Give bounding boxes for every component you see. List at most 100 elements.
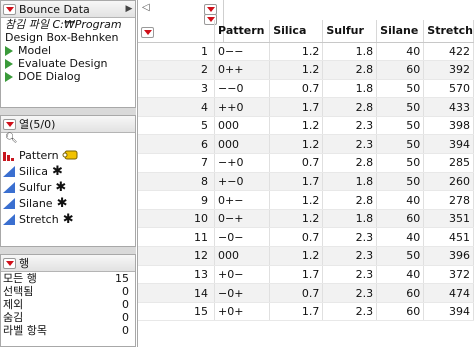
cell-silica[interactable]: 1.2	[269, 60, 324, 80]
row-number[interactable]: 13	[138, 265, 216, 285]
cell-silane[interactable]: 50	[376, 116, 425, 136]
cell-silica[interactable]: 1.7	[269, 172, 324, 192]
cell-stretch[interactable]: 394	[423, 302, 474, 322]
cell-silane[interactable]: 40	[376, 42, 425, 62]
row-number[interactable]: 1	[138, 42, 216, 62]
cell-stretch[interactable]: 570	[423, 79, 474, 99]
cell-sulfur[interactable]: 2.8	[322, 153, 378, 173]
cell-pattern[interactable]: +0−	[214, 265, 271, 285]
cell-sulfur[interactable]: 1.8	[322, 42, 378, 62]
cell-sulfur[interactable]: 2.8	[322, 60, 378, 80]
column-item-silica[interactable]: Silica ✱	[1, 163, 135, 179]
cell-silica[interactable]: 0.7	[269, 79, 324, 99]
table-row[interactable]: 5 000 1.2 2.3 50 398	[138, 116, 474, 136]
cell-sulfur[interactable]: 2.3	[322, 265, 378, 285]
cell-silica[interactable]: 1.2	[269, 134, 324, 155]
cell-silane[interactable]: 50	[376, 153, 425, 173]
script-evaluate-design[interactable]: Evaluate Design	[1, 57, 135, 70]
cell-stretch[interactable]: 372	[423, 265, 474, 285]
row-number[interactable]: 9	[138, 190, 216, 210]
cell-silica[interactable]: 1.2	[269, 246, 324, 266]
red-triangle-menu-icon[interactable]	[3, 257, 16, 269]
cell-stretch[interactable]: 260	[423, 172, 474, 192]
row-number[interactable]: 10	[138, 209, 216, 229]
chevron-right-icon[interactable]: ▶	[123, 4, 135, 14]
cell-silane[interactable]: 50	[376, 172, 425, 192]
column-item-silane[interactable]: Silane ✱	[1, 195, 135, 211]
cell-pattern[interactable]: 000	[214, 134, 271, 155]
cell-pattern[interactable]: 0++	[214, 60, 271, 80]
cell-pattern[interactable]: +0+	[214, 302, 271, 322]
table-row[interactable]: 15 +0+ 1.7 2.3 60 394	[138, 302, 474, 322]
cell-silane[interactable]: 50	[376, 134, 425, 155]
cell-silica[interactable]: 0.7	[269, 227, 324, 248]
script-model[interactable]: Model	[1, 44, 135, 57]
col-header-silane[interactable]: Silane	[376, 20, 425, 43]
cell-stretch[interactable]: 422	[423, 42, 474, 62]
cell-silica[interactable]: 1.2	[269, 42, 324, 62]
table-row[interactable]: 13 +0− 1.7 2.3 40 372	[138, 265, 474, 285]
table-row[interactable]: 1 0−− 1.2 1.8 40 422	[138, 42, 474, 62]
table-row[interactable]: 3 −−0 0.7 1.8 50 570	[138, 79, 474, 99]
cell-silane[interactable]: 50	[376, 246, 425, 266]
row-number[interactable]: 12	[138, 246, 216, 266]
cell-sulfur[interactable]: 2.3	[322, 283, 378, 303]
table-row[interactable]: 4 ++0 1.7 2.8 50 433	[138, 97, 474, 117]
cell-silica[interactable]: 1.2	[269, 209, 324, 229]
cell-silane[interactable]: 40	[376, 227, 425, 248]
cell-silica[interactable]: 1.7	[269, 302, 324, 322]
cell-sulfur[interactable]: 2.3	[322, 116, 378, 136]
col-header-pattern[interactable]: Pattern	[214, 20, 271, 43]
cell-silane[interactable]: 40	[376, 190, 425, 210]
pane-splitter[interactable]	[0, 247, 136, 254]
cell-pattern[interactable]: −0−	[214, 227, 271, 248]
script-doe-dialog[interactable]: DOE Dialog	[1, 70, 135, 83]
green-play-icon[interactable]	[5, 58, 13, 69]
table-row[interactable]: 6 000 1.2 2.3 50 394	[138, 134, 474, 155]
cell-silica[interactable]: 1.2	[269, 190, 324, 210]
row-number[interactable]: 11	[138, 227, 216, 248]
red-triangle-menu-icon[interactable]	[3, 3, 16, 15]
cell-silica[interactable]: 1.7	[269, 265, 324, 285]
table-row[interactable]: 11 −0− 0.7 2.3 40 451	[138, 227, 474, 248]
col-header-silica[interactable]: Silica	[269, 20, 324, 43]
column-search-input[interactable]: 🔍︎	[1, 133, 135, 147]
table-panel-header[interactable]: Bounce Data ▶	[1, 1, 135, 18]
table-row[interactable]: 9 0+− 1.2 2.8 40 278	[138, 190, 474, 210]
row-number[interactable]: 15	[138, 302, 216, 322]
cell-pattern[interactable]: −0+	[214, 283, 271, 303]
cell-silane[interactable]: 60	[376, 209, 425, 229]
cell-stretch[interactable]: 451	[423, 227, 474, 248]
cell-silane[interactable]: 60	[376, 302, 425, 322]
cell-silane[interactable]: 60	[376, 283, 425, 303]
cell-silane[interactable]: 50	[376, 97, 425, 117]
row-number[interactable]: 3	[138, 79, 216, 99]
cell-silane[interactable]: 60	[376, 60, 425, 80]
cell-stretch[interactable]: 351	[423, 209, 474, 229]
cell-silica[interactable]: 0.7	[269, 283, 324, 303]
table-row[interactable]: 10 0−+ 1.2 1.8 60 351	[138, 209, 474, 229]
column-item-stretch[interactable]: Stretch ✱	[1, 211, 135, 227]
cell-pattern[interactable]: −−0	[214, 79, 271, 99]
row-number[interactable]: 8	[138, 172, 216, 192]
cell-pattern[interactable]: 000	[214, 246, 271, 266]
row-number[interactable]: 7	[138, 153, 216, 173]
row-number[interactable]: 14	[138, 283, 216, 303]
cell-silica[interactable]: 1.7	[269, 97, 324, 117]
col-header-sulfur[interactable]: Sulfur	[322, 20, 378, 43]
col-header-stretch[interactable]: Stretch	[423, 20, 474, 43]
row-number[interactable]: 6	[138, 134, 216, 155]
collapse-arrow-icon[interactable]: ◁	[142, 2, 150, 13]
cell-stretch[interactable]: 398	[423, 116, 474, 136]
cell-stretch[interactable]: 285	[423, 153, 474, 173]
cell-stretch[interactable]: 392	[423, 60, 474, 80]
row-number[interactable]: 2	[138, 60, 216, 80]
red-triangle-menu-icon[interactable]	[3, 118, 16, 130]
table-row[interactable]: 2 0++ 1.2 2.8 60 392	[138, 60, 474, 80]
row-number[interactable]: 4	[138, 97, 216, 117]
cell-pattern[interactable]: ++0	[214, 97, 271, 117]
cell-stretch[interactable]: 474	[423, 283, 474, 303]
table-row[interactable]: 7 −+0 0.7 2.8 50 285	[138, 153, 474, 173]
rows-panel-header[interactable]: 행	[1, 255, 135, 272]
cell-pattern[interactable]: 0+−	[214, 190, 271, 210]
